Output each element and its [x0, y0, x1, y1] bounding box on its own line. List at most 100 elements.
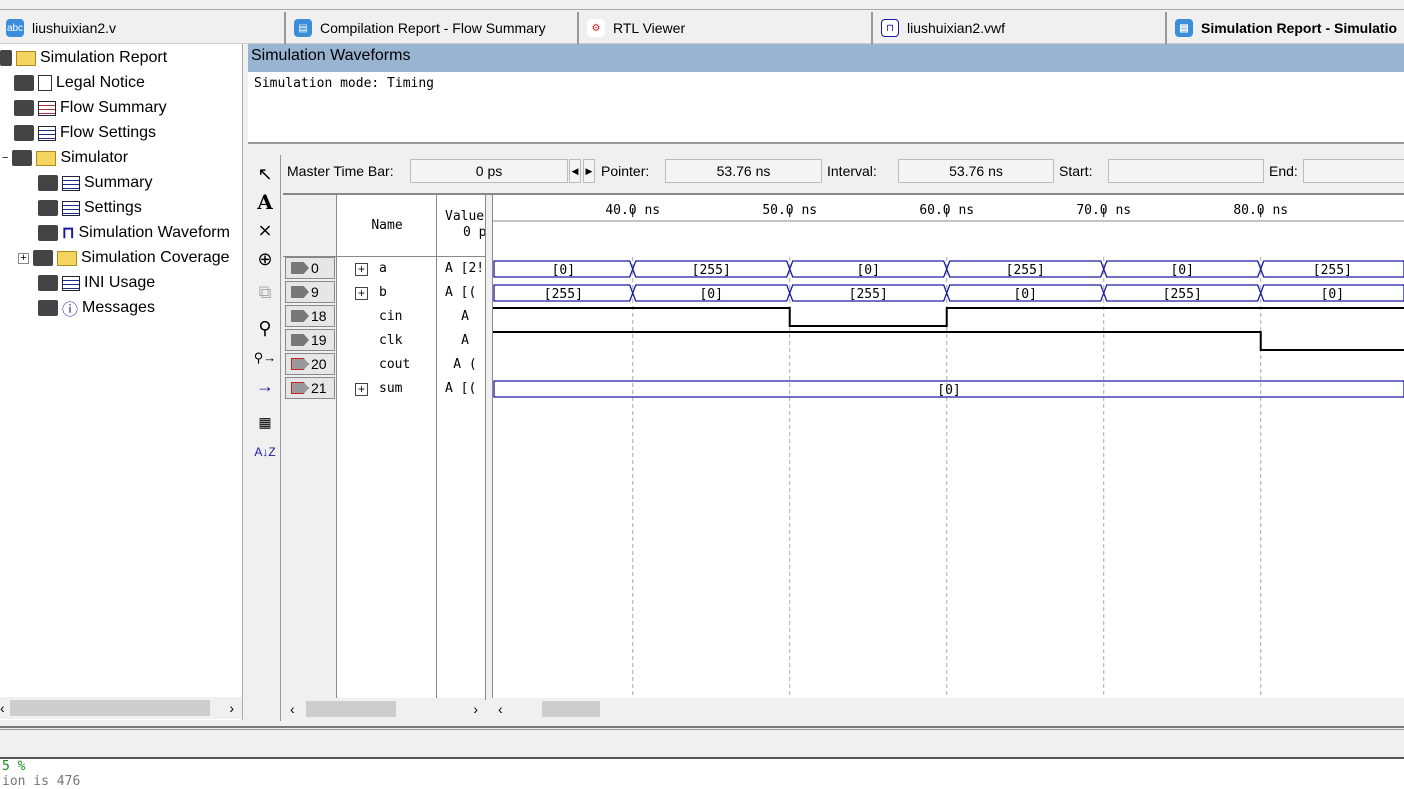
report-tree: Simulation Report Legal Notice Flow Summ… — [0, 44, 243, 720]
tab-verilog[interactable]: abc liushuixian2.v — [0, 12, 286, 44]
id-header — [283, 195, 337, 257]
tree-item-simulation-coverage[interactable]: + Simulation Coverage — [18, 246, 230, 270]
pointer-label: Pointer: — [601, 163, 650, 179]
name-hscrollbar[interactable]: ‹ › — [284, 698, 484, 720]
signal-row-sum[interactable]: 21 + sum A [( — [283, 377, 485, 401]
text-tool-icon[interactable]: A — [252, 189, 278, 215]
tree-hscrollbar[interactable]: ‹ › — [0, 697, 242, 719]
tree-label: Summary — [84, 174, 153, 191]
bus-value-label: [0] — [552, 263, 575, 278]
signal-row-cout[interactable]: 20 cout A ( — [283, 353, 485, 377]
printer-icon — [0, 50, 12, 66]
signal-value: A ( — [453, 357, 477, 372]
waveform-hscrollbar[interactable]: ‹ — [492, 698, 1404, 720]
signal-id-button[interactable]: 18 — [285, 305, 335, 327]
tree-label: Simulation Report — [40, 49, 168, 66]
signal-row-clk[interactable]: 19 clk A — [283, 329, 485, 353]
tree-label: Simulator — [60, 149, 129, 166]
find-icon[interactable]: ⚲ — [252, 315, 278, 341]
bus-value-label: [255] — [1006, 263, 1045, 278]
tab-compilation-report[interactable]: ▤ Compilation Report - Flow Summary — [288, 12, 579, 44]
divider — [0, 726, 1404, 730]
tree-item-settings[interactable]: Settings — [38, 196, 142, 220]
signal-id-button[interactable]: 21 — [285, 377, 335, 399]
value-header[interactable]: Value 0 p — [437, 195, 485, 257]
signal-id: 20 — [311, 356, 327, 372]
tree-item-ini-usage[interactable]: INI Usage — [38, 271, 155, 295]
signal-row-b[interactable]: 9 + b A [( — [283, 281, 485, 305]
scroll-left-icon[interactable]: ‹ — [498, 701, 503, 717]
scroll-right-icon[interactable]: › — [229, 700, 234, 716]
next-transition-button[interactable]: ▶ — [583, 159, 595, 183]
time-tick-label: 60.0 ns — [919, 203, 974, 218]
time-tick-label: 50.0 ns — [762, 203, 817, 218]
bus-value-label: [255] — [1313, 263, 1352, 278]
find-next-icon[interactable]: ⚲→ — [252, 345, 278, 371]
printer-icon — [38, 175, 58, 191]
tab-simulation-report[interactable]: ▤ Simulation Report - Simulatio — [1169, 12, 1404, 44]
zoom-tool-icon[interactable]: ⊕ — [252, 246, 278, 272]
expand-bus-icon[interactable]: + — [355, 263, 368, 276]
signal-id-button[interactable]: 0 — [285, 257, 335, 279]
arrow-right-icon[interactable]: → — [252, 373, 278, 399]
end-field[interactable] — [1303, 159, 1404, 183]
printer-icon — [14, 75, 34, 91]
tree-item-summary[interactable]: Summary — [38, 171, 152, 195]
tab-vwf[interactable]: ⊓ liushuixian2.vwf — [875, 12, 1167, 44]
tree-item-simulation-waveform[interactable]: ⊓ Simulation Waveform — [38, 221, 230, 245]
printer-icon — [33, 250, 53, 266]
info-icon: ⓘ — [62, 302, 79, 319]
bus-value-label: [0] — [1170, 263, 1193, 278]
table-icon — [38, 125, 56, 141]
folder-icon — [57, 250, 77, 266]
message-console: 5 % ion is 476 — [0, 757, 1404, 789]
copy-icon[interactable]: ⧉ — [252, 279, 278, 305]
scroll-thumb[interactable] — [542, 701, 600, 717]
signal-id-button[interactable]: 19 — [285, 329, 335, 351]
splitter[interactable] — [485, 195, 493, 700]
signal-id: 21 — [311, 380, 327, 396]
tab-rtl-viewer[interactable]: ⚙ RTL Viewer — [581, 12, 873, 44]
tree-item-simulator[interactable]: − Simulator — [2, 146, 128, 170]
tree-item-simulation-report[interactable]: Simulation Report — [0, 46, 167, 70]
signal-id-button[interactable]: 9 — [285, 281, 335, 303]
report-icon: ▤ — [294, 19, 312, 37]
scroll-thumb[interactable] — [10, 700, 210, 716]
signal-name: sum — [379, 381, 403, 396]
scroll-right-icon[interactable]: › — [473, 701, 478, 717]
snap-grid-icon[interactable]: ▦ — [252, 409, 278, 435]
table-icon — [62, 275, 80, 291]
tree-item-flow-summary[interactable]: Flow Summary — [14, 96, 167, 120]
signal-id-button[interactable]: 20 — [285, 353, 335, 375]
signal-waveform — [493, 331, 1404, 351]
scroll-thumb[interactable] — [306, 701, 396, 717]
signal-id: 0 — [311, 260, 319, 276]
time-tick-label: 80.0 ns — [1233, 203, 1288, 218]
scroll-left-icon[interactable]: ‹ — [0, 700, 5, 716]
printer-icon — [38, 300, 58, 316]
output-pin-icon — [291, 382, 309, 394]
signal-name: clk — [379, 333, 403, 348]
collapse-icon[interactable]: − — [2, 152, 8, 164]
sort-icon[interactable]: A↓Z — [252, 439, 278, 465]
signal-row-cin[interactable]: 18 cin A — [283, 305, 485, 329]
selection-tool-icon[interactable]: ↖ — [252, 161, 278, 187]
scroll-left-icon[interactable]: ‹ — [290, 701, 295, 717]
master-time-bar-field[interactable]: 0 ps — [410, 159, 568, 183]
start-field[interactable] — [1108, 159, 1264, 183]
expand-bus-icon[interactable]: + — [355, 287, 368, 300]
prev-transition-button[interactable]: ◀ — [569, 159, 581, 183]
waveform-editing-tool-icon[interactable]: ⨯ — [252, 217, 278, 243]
tree-item-messages[interactable]: ⓘ Messages — [38, 296, 155, 320]
signal-row-a[interactable]: 0 + a A [2! — [283, 257, 485, 281]
tree-item-flow-settings[interactable]: Flow Settings — [14, 121, 156, 145]
tree-item-legal-notice[interactable]: Legal Notice — [14, 71, 145, 95]
name-header[interactable]: Name — [337, 195, 437, 257]
expand-icon[interactable]: + — [18, 252, 29, 264]
waveform-canvas[interactable]: 40.0 ns50.0 ns60.0 ns70.0 ns80.0 ns90[0]… — [493, 195, 1404, 700]
tab-label: Simulation Report - Simulatio — [1201, 20, 1398, 36]
expand-bus-icon[interactable]: + — [355, 383, 368, 396]
console-line: ion is 476 — [2, 774, 81, 789]
bus-value-label: [255] — [692, 263, 731, 278]
waveform-file-icon: ⊓ — [881, 19, 899, 37]
